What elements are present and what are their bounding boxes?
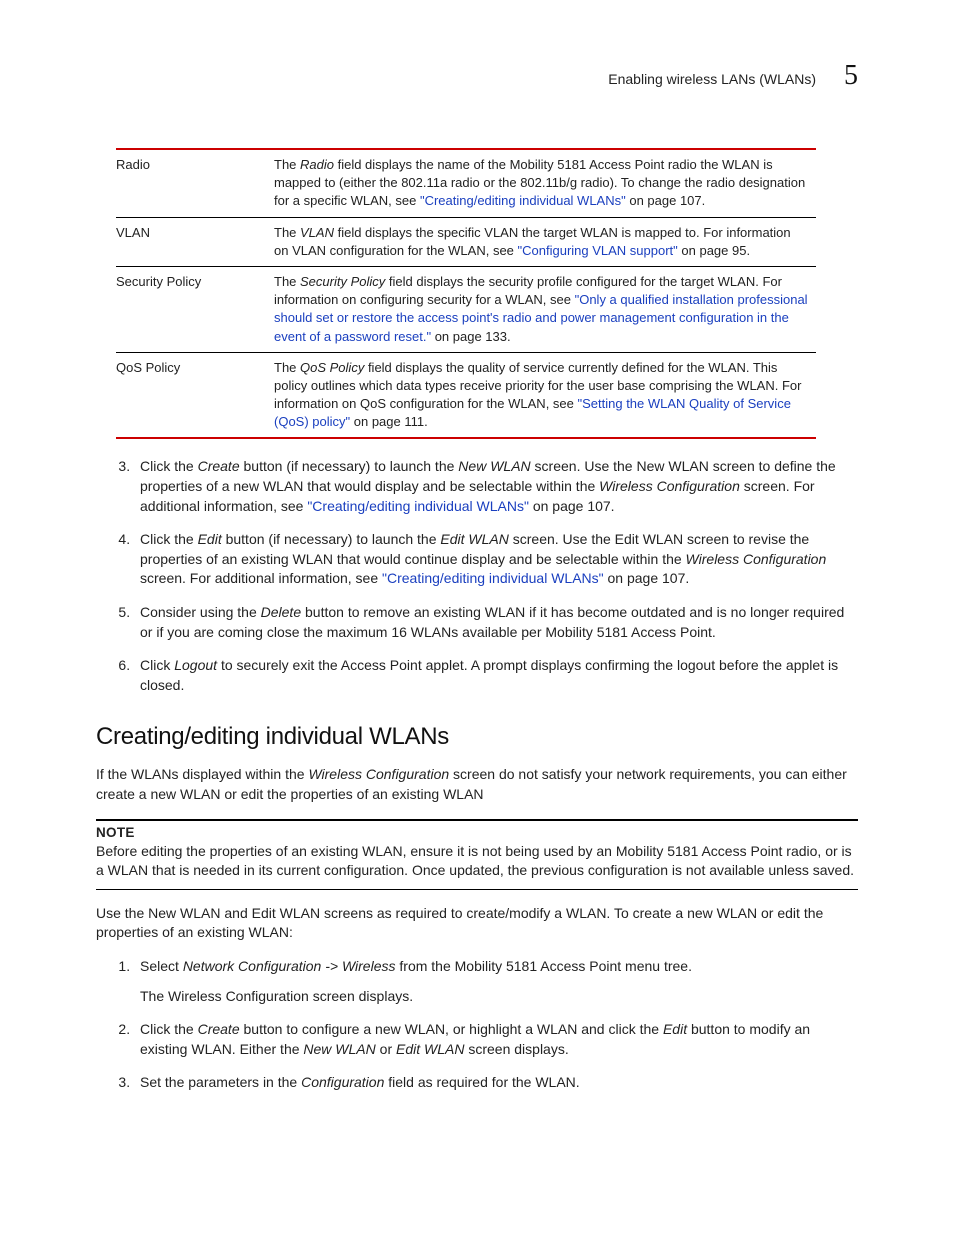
xref-link[interactable]: "Creating/editing individual WLANs" bbox=[382, 570, 604, 586]
table-row: QoS Policy The QoS Policy field displays… bbox=[116, 352, 816, 438]
desc-cell: The Security Policy field displays the s… bbox=[274, 266, 816, 352]
term-cell: Radio bbox=[116, 149, 274, 217]
chapter-number: 5 bbox=[844, 60, 858, 92]
note-rule-top bbox=[96, 819, 858, 821]
note-rule-bottom bbox=[96, 889, 858, 890]
procedure-steps-a: Click the Create button (if necessary) t… bbox=[116, 457, 858, 695]
table-row: Security Policy The Security Policy fiel… bbox=[116, 266, 816, 352]
term-cell: QoS Policy bbox=[116, 352, 274, 438]
desc-cell: The Radio field displays the name of the… bbox=[274, 149, 816, 217]
sub-step: The Wireless Configuration screen displa… bbox=[140, 987, 858, 1007]
xref-link[interactable]: "Creating/editing individual WLANs" bbox=[307, 498, 529, 514]
note-text: Before editing the properties of an exis… bbox=[96, 842, 858, 881]
xref-link[interactable]: "Configuring VLAN support" bbox=[518, 243, 678, 258]
list-item: Click the Edit button (if necessary) to … bbox=[134, 530, 858, 589]
desc-cell: The QoS Policy field displays the qualit… bbox=[274, 352, 816, 438]
page-header: Enabling wireless LANs (WLANs) 5 bbox=[96, 60, 858, 92]
list-item: Consider using the Delete button to remo… bbox=[134, 603, 858, 642]
note-label: NOTE bbox=[96, 825, 858, 840]
term-cell: Security Policy bbox=[116, 266, 274, 352]
section-heading: Creating/editing individual WLANs bbox=[96, 723, 858, 751]
list-item: Click Logout to securely exit the Access… bbox=[134, 656, 858, 695]
term-cell: VLAN bbox=[116, 217, 274, 266]
xref-link[interactable]: "Creating/editing individual WLANs" bbox=[420, 193, 626, 208]
body-paragraph: Use the New WLAN and Edit WLAN screens a… bbox=[96, 904, 858, 943]
list-item: Set the parameters in the Configuration … bbox=[134, 1073, 858, 1093]
list-item: Select Network Configuration -> Wireless… bbox=[134, 957, 858, 1006]
procedure-steps-b: Select Network Configuration -> Wireless… bbox=[116, 957, 858, 1093]
section-intro: If the WLANs displayed within the Wirele… bbox=[96, 765, 858, 804]
list-item: Click the Create button to configure a n… bbox=[134, 1020, 858, 1059]
list-item: Click the Create button (if necessary) t… bbox=[134, 457, 858, 516]
table-row: VLAN The VLAN field displays the specifi… bbox=[116, 217, 816, 266]
desc-cell: The VLAN field displays the specific VLA… bbox=[274, 217, 816, 266]
header-title: Enabling wireless LANs (WLANs) bbox=[608, 71, 816, 87]
table-row: Radio The Radio field displays the name … bbox=[116, 149, 816, 217]
field-definitions-table: Radio The Radio field displays the name … bbox=[116, 148, 816, 439]
